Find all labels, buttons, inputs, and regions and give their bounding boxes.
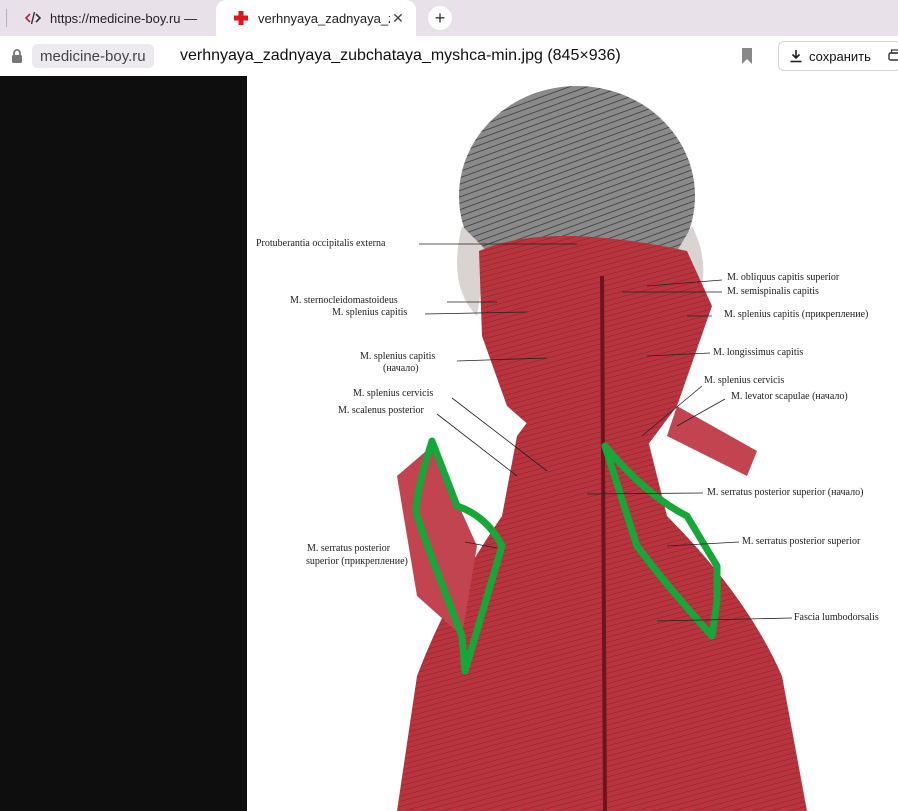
label-obliquus: M. obliquus capitis superior — [727, 272, 840, 283]
anatomy-illustration — [397, 86, 807, 811]
tab-title: verhnyaya_zadnyaya_zu — [258, 10, 390, 26]
label-serratus-origin: M. serratus posterior superior (начало) — [707, 487, 864, 498]
label-splenius-cervicis-right: M. splenius cervicis — [704, 375, 785, 386]
save-button[interactable]: сохранить — [778, 41, 898, 71]
address-bar: medicine-boy.ru verhnyaya_zadnyaya_zubch… — [0, 36, 898, 76]
code-icon — [24, 9, 42, 27]
bookmark-icon[interactable] — [740, 47, 754, 65]
label-scalenus: M. scalenus posterior — [338, 405, 424, 416]
new-tab-button[interactable]: + — [428, 6, 452, 30]
label-serratus-attach-2: superior (прикрепление) — [306, 556, 408, 567]
label-fascia: Fascia lumbodorsalis — [794, 612, 879, 623]
label-serratus-attach-1: M. serratus posterior — [307, 543, 391, 554]
label-scm: M. sternocleidomastoideus — [290, 295, 398, 306]
label-semispinalis: M. semispinalis capitis — [727, 286, 819, 297]
lock-icon[interactable] — [10, 48, 24, 64]
anatomy-image[interactable]: Protuberantia occipitalis externa M. ste… — [247, 76, 898, 811]
close-tab-icon[interactable]: ✕ — [390, 10, 406, 27]
tab-bar: https://medicine-boy.ru — verhnyaya_zadn… — [0, 0, 898, 36]
save-label: сохранить — [809, 48, 871, 64]
image-viewer: Protuberantia occipitalis externa M. ste… — [0, 76, 898, 811]
tab-image[interactable]: verhnyaya_zadnyaya_zu ✕ — [216, 0, 416, 36]
page-title[interactable]: verhnyaya_zadnyaya_zubchataya_myshca-min… — [180, 44, 621, 68]
plus-icon: + — [434, 8, 446, 28]
label-splenius-capitis-attach: M. splenius capitis (прикрепление) — [724, 309, 869, 320]
label-longissimus: M. longissimus capitis — [713, 347, 804, 358]
label-splenius-cervicis-left: M. splenius cervicis — [353, 388, 434, 399]
tab-medicine-boy[interactable]: https://medicine-boy.ru — — [8, 0, 208, 36]
red-cross-icon — [232, 9, 250, 27]
tab-separator — [6, 9, 7, 27]
label-splenius-capitis-left: M. splenius capitis — [332, 307, 408, 318]
label-splenius-capitis-origin-2: (начало) — [383, 363, 419, 374]
download-icon — [790, 50, 802, 63]
label-splenius-capitis-origin-1: M. splenius capitis — [360, 351, 436, 362]
print-icon[interactable] — [888, 49, 898, 63]
domain-chip[interactable]: medicine-boy.ru — [32, 44, 154, 68]
label-protuberantia: Protuberantia occipitalis externa — [256, 238, 386, 249]
label-serratus-right: M. serratus posterior superior — [742, 536, 861, 547]
tab-title: https://medicine-boy.ru — — [50, 10, 198, 26]
label-levator: M. levator scapulae (начало) — [731, 391, 848, 402]
